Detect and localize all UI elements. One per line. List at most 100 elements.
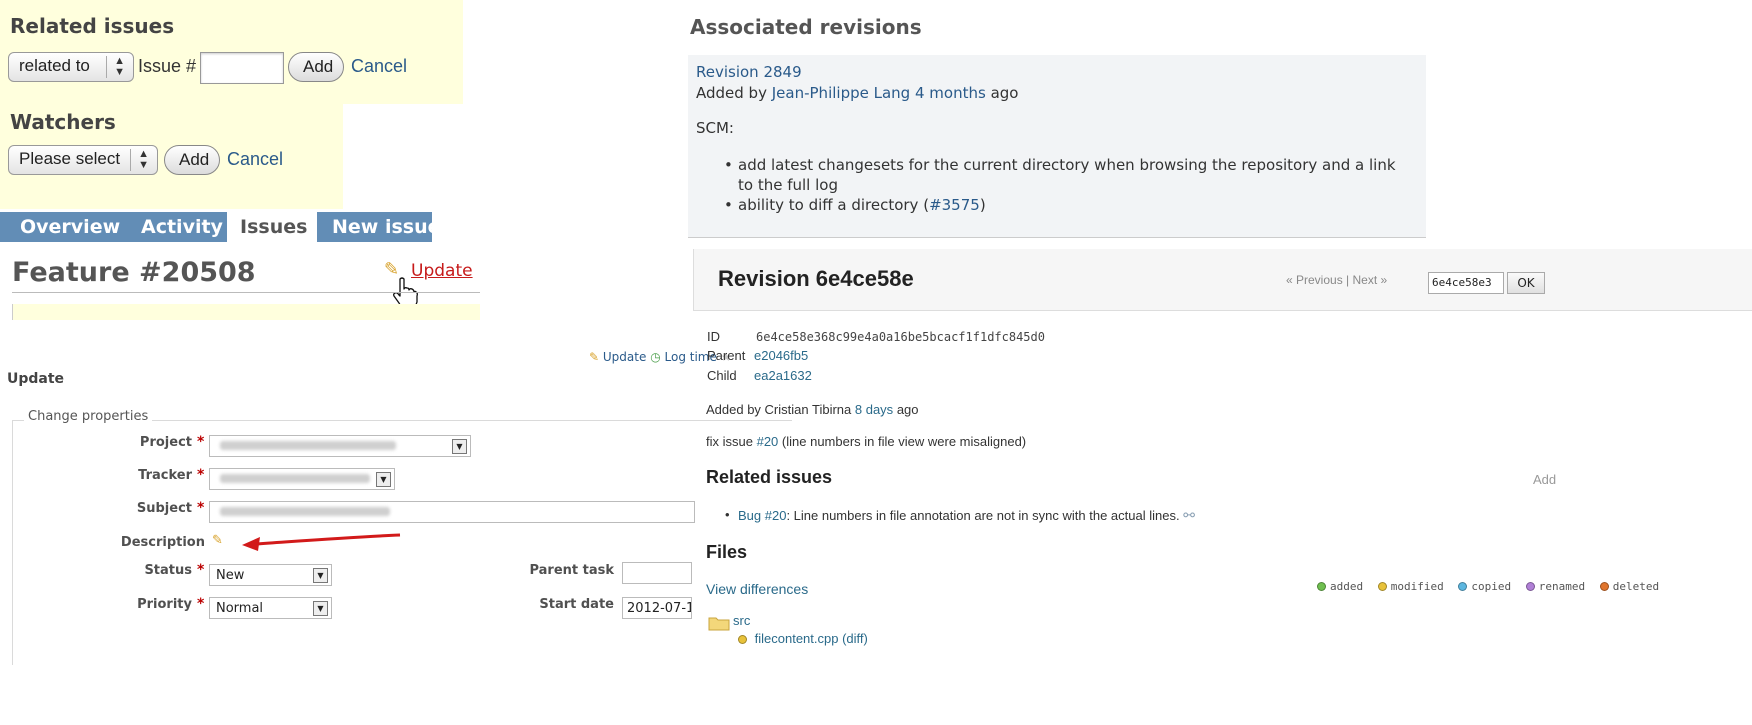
parent-revision-link[interactable]: e2046fb5	[754, 348, 808, 363]
tabs-overflow-mask	[432, 212, 480, 242]
pencil-icon: ✎	[589, 350, 600, 364]
list-item-text: ability to diff a directory	[738, 196, 919, 214]
blurred-project-value	[220, 441, 396, 450]
tab-new-issue[interactable]: New issue	[332, 212, 432, 242]
folder-src-link[interactable]: src	[733, 613, 750, 628]
revision-nav: « Previous | Next »	[1286, 273, 1387, 287]
list-item: • ability to diff a directory (#3575)	[724, 196, 986, 214]
watchers-cancel-link[interactable]: Cancel	[227, 149, 283, 170]
dropdown-arrow-icon: ▼	[313, 568, 328, 583]
unlink-icon[interactable]: ⚯	[1183, 507, 1195, 523]
age-suffix: ago	[990, 84, 1019, 102]
added-dot-icon	[1317, 582, 1326, 591]
status-value: New	[216, 568, 245, 583]
issue-number-input[interactable]	[200, 52, 284, 84]
related-cancel-link[interactable]: Cancel	[351, 56, 407, 77]
legend-modified: modified	[1377, 580, 1444, 593]
legend-renamed: renamed	[1525, 580, 1585, 593]
start-date-input[interactable]: 2012-07-13	[622, 597, 692, 619]
change-type-legend: added modified copied renamed deleted	[1309, 580, 1659, 593]
legend-deleted: deleted	[1599, 580, 1659, 593]
subject-input[interactable]	[209, 501, 695, 523]
legend-copied: copied	[1458, 580, 1511, 593]
watchers-title: Watchers	[10, 110, 116, 134]
start-date-label: Start date	[539, 597, 614, 612]
tracker-select[interactable]: ▼	[209, 468, 395, 490]
clock-icon: ◷	[650, 350, 661, 364]
view-differences-link[interactable]: View differences	[706, 581, 808, 597]
project-label: Project	[139, 435, 192, 450]
project-select[interactable]: ▼	[209, 435, 471, 457]
age-link[interactable]: 4 months	[915, 84, 986, 102]
id-label: ID	[707, 329, 720, 344]
tracker-label: Tracker	[138, 468, 192, 483]
scm-label: SCM:	[696, 119, 734, 137]
watchers-add-button[interactable]: Add	[164, 145, 220, 175]
tab-issues[interactable]: Issues	[227, 212, 317, 242]
list-item-text: add latest changesets for the current di…	[738, 156, 1396, 194]
related-issue-text: : Line numbers in file annotation are no…	[786, 508, 1180, 523]
issue-title: Feature #20508	[12, 257, 256, 288]
added-suffix: ago	[896, 402, 919, 417]
issue-number-label: Issue #	[138, 56, 197, 76]
related-add-link[interactable]: Add	[1533, 472, 1556, 487]
child-revision-link[interactable]: ea2a1632	[754, 368, 812, 383]
modified-dot-icon	[1377, 582, 1387, 591]
associated-revision-entry: Revision 2849 Added by Jean-Philippe Lan…	[688, 55, 1426, 238]
fieldset-legend: Change properties	[24, 409, 153, 424]
parent-task-label: Parent task	[529, 563, 614, 578]
watcher-select[interactable]: Please select ▲ ▼	[8, 145, 158, 175]
commit-issue-link[interactable]: #20	[757, 434, 779, 449]
issue-ref-link[interactable]: #3575	[929, 196, 980, 214]
commit-prefix: fix issue	[706, 434, 753, 449]
blurred-subject-value	[220, 507, 390, 516]
relation-type-value: related to	[19, 56, 90, 75]
next-link[interactable]: Next »	[1353, 273, 1388, 287]
update-link[interactable]: Update	[411, 261, 473, 281]
priority-select[interactable]: Normal ▼	[209, 597, 332, 619]
status-select[interactable]: New ▼	[209, 564, 332, 586]
revision-added-by: Added by Jean-Philippe Lang 4 months ago	[696, 84, 1018, 102]
added-age-link[interactable]: 8 days	[855, 402, 893, 417]
author-link[interactable]: Jean-Philippe Lang	[772, 84, 910, 102]
red-arrow-annotation	[242, 533, 401, 551]
priority-value: Normal	[216, 601, 264, 616]
renamed-dot-icon	[1525, 582, 1535, 591]
previous-link[interactable]: « Previous	[1286, 273, 1343, 287]
child-label: Child	[707, 368, 737, 383]
relation-type-select[interactable]: related to ▲ ▼	[8, 52, 134, 82]
revision-link[interactable]: Revision 2849	[696, 63, 802, 81]
commit-message: fix issue #20 (line numbers in file view…	[706, 434, 1026, 449]
id-value: 6e4ce58e368c99e4a0a16be5bcacf1f1dfc845d0	[756, 330, 1045, 344]
required-marker: *	[197, 596, 205, 612]
bug-issue-link[interactable]: Bug #20	[738, 508, 786, 523]
title-divider	[12, 292, 480, 293]
pencil-icon[interactable]: ✎	[212, 533, 223, 548]
description-label: Description	[120, 535, 205, 550]
file-diff-link[interactable]: (diff)	[842, 631, 868, 646]
required-marker: *	[197, 562, 205, 578]
nav-separator: |	[1346, 273, 1350, 287]
status-label: Status	[144, 563, 192, 578]
watcher-select-value: Please select	[19, 149, 121, 168]
revision-input[interactable]: 6e4ce58e3	[1428, 272, 1504, 294]
bullet: •	[724, 196, 733, 214]
issue-details-box	[12, 304, 480, 320]
watchers-panel: Watchers Please select ▲ ▼ Add Cancel	[0, 104, 343, 209]
update-heading: Update	[7, 371, 65, 387]
related-issues-heading: Related issues	[706, 467, 833, 487]
file-link[interactable]: filecontent.cpp	[755, 631, 839, 646]
related-issues-panel: Related issues related to ▲ ▼ Issue # Add…	[0, 0, 463, 104]
tab-activity[interactable]: Activity	[141, 212, 223, 242]
related-add-button[interactable]: Add	[288, 52, 344, 82]
added-by-prefix: Added by	[696, 84, 767, 102]
subject-label: Subject	[136, 501, 192, 516]
parent-label: Parent	[707, 348, 746, 363]
bullet: •	[725, 507, 730, 522]
parent-task-input[interactable]	[622, 562, 692, 584]
revision-added-by: Added by Cristian Tibirna 8 days ago	[706, 402, 919, 417]
tab-overview[interactable]: Overview	[20, 212, 120, 242]
action-update-link[interactable]: Update	[603, 350, 646, 364]
blurred-tracker-value	[220, 474, 370, 483]
revision-ok-button[interactable]: OK	[1507, 272, 1545, 294]
